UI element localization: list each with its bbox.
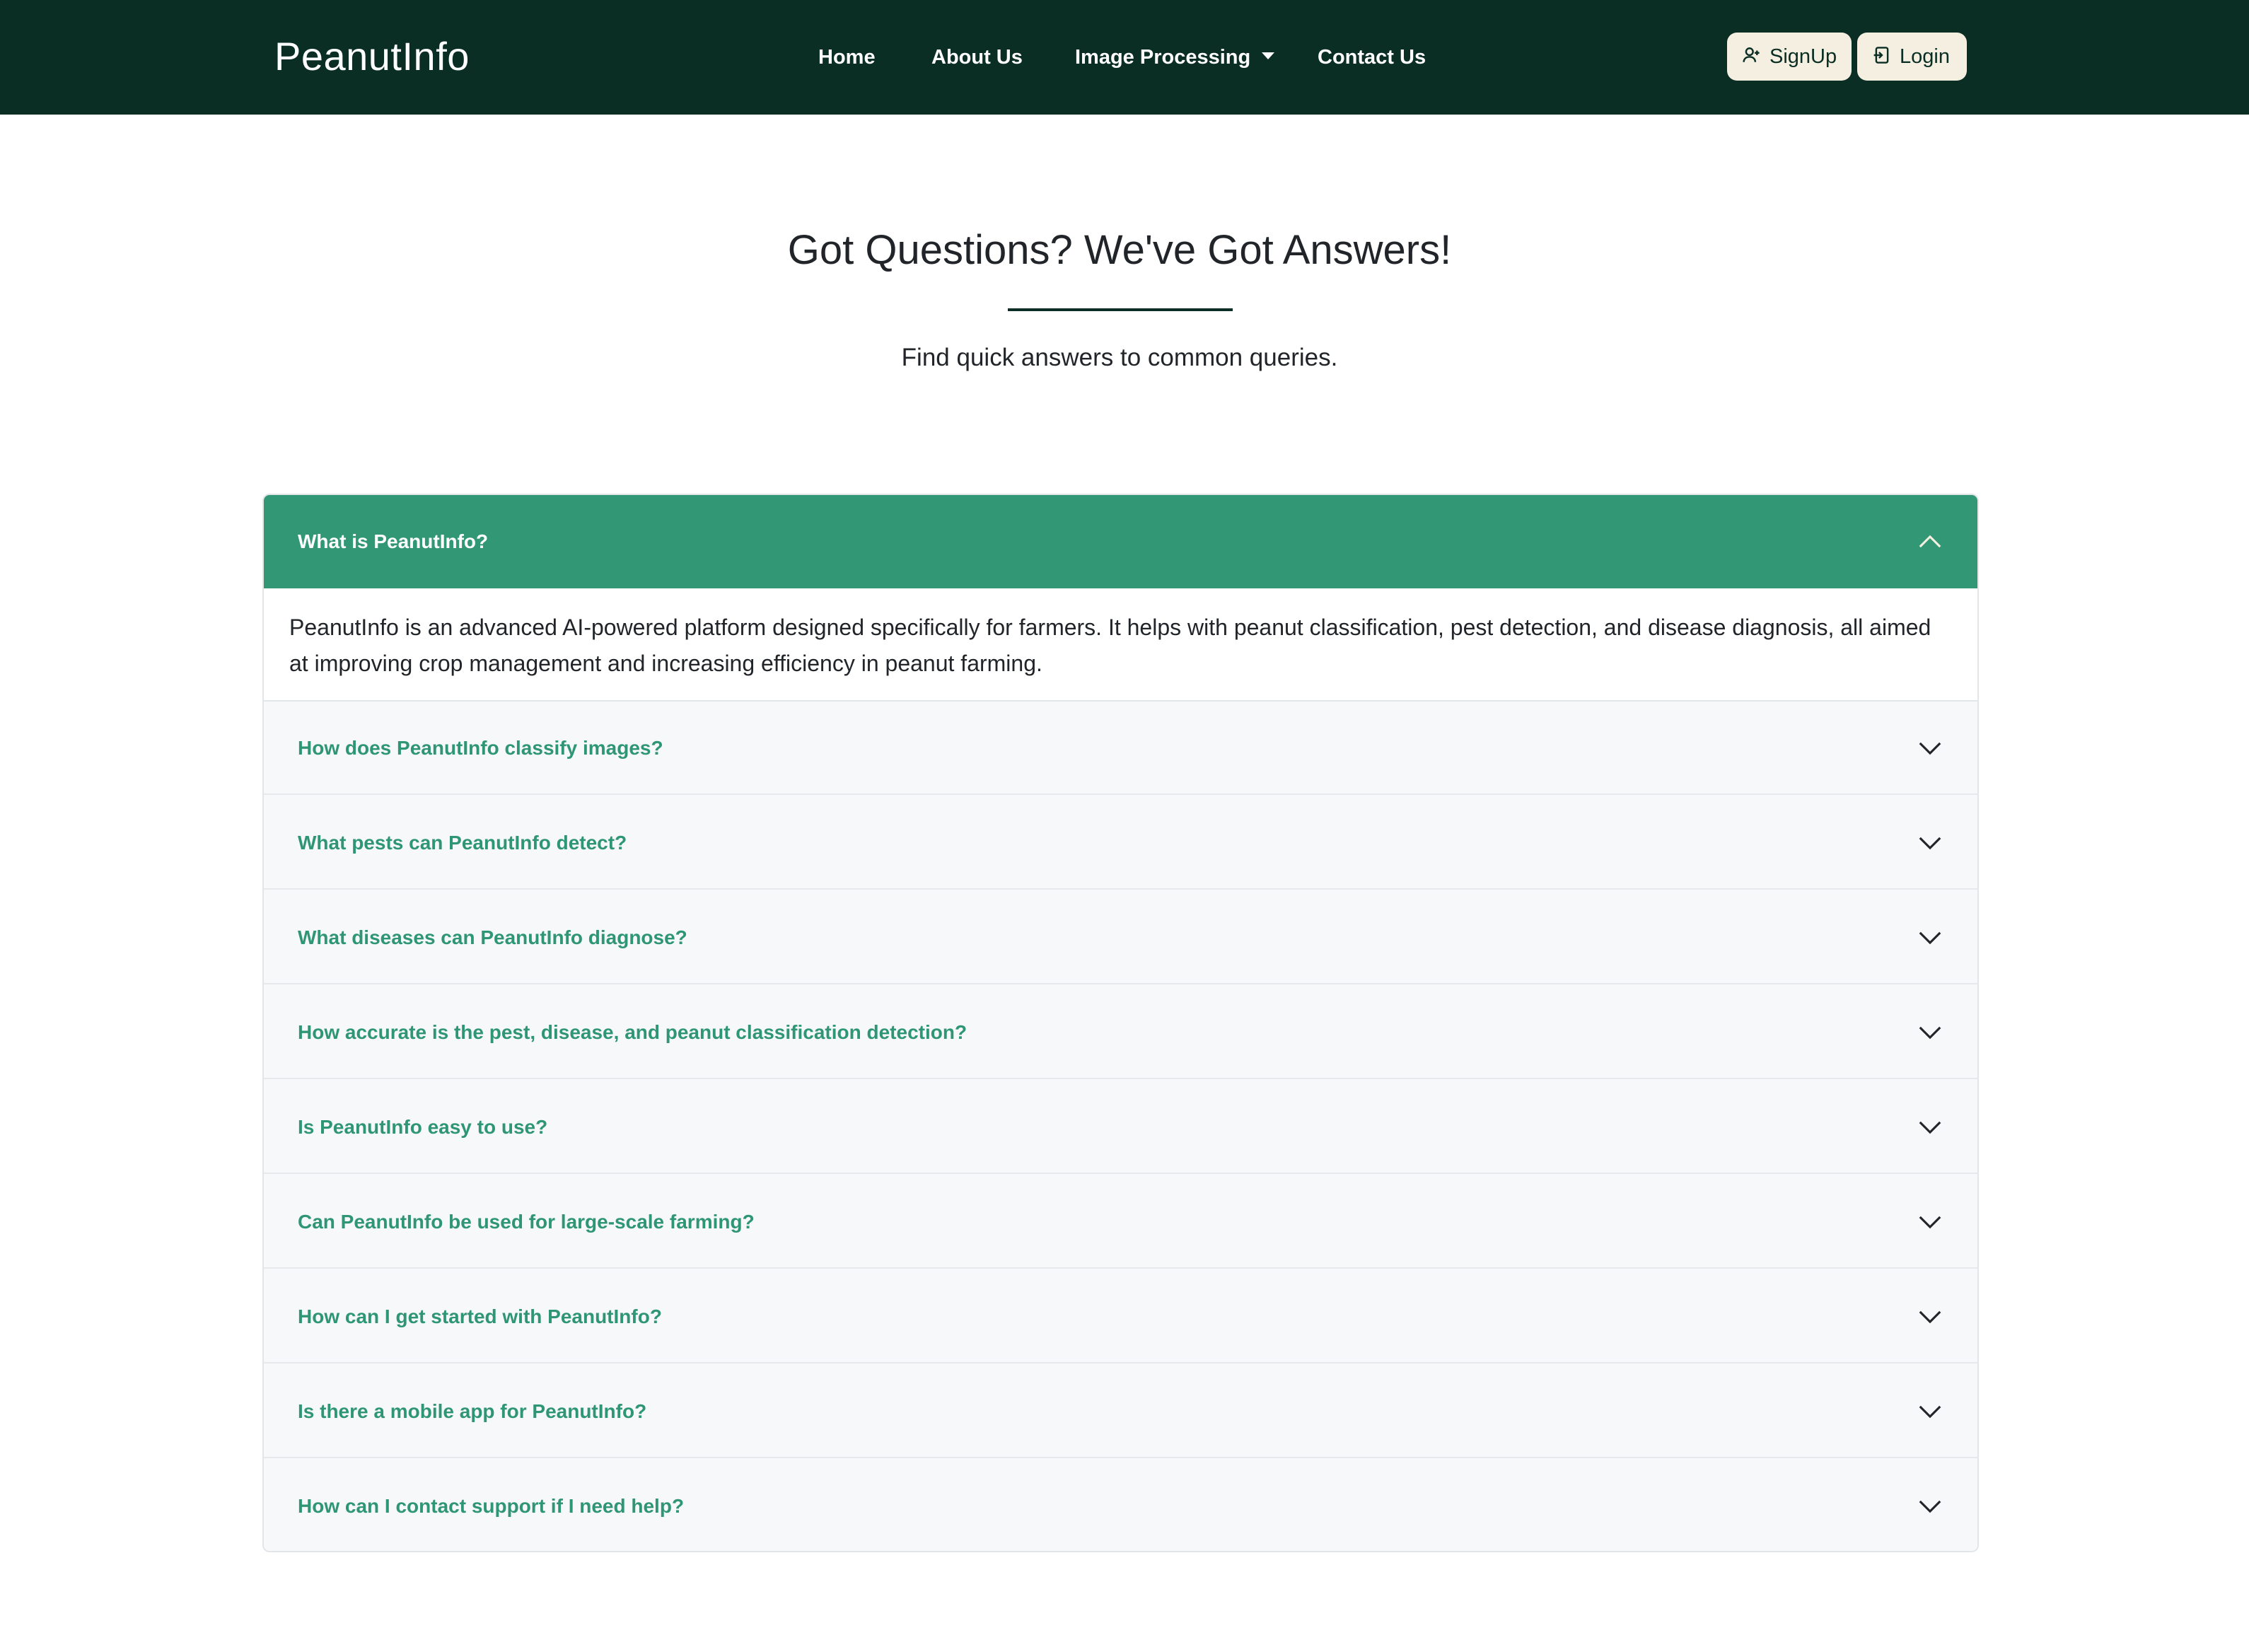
- faq-question: How can I contact support if I need help…: [298, 1495, 685, 1517]
- faq-item-header[interactable]: What pests can PeanutInfo detect?: [264, 796, 1977, 890]
- faq-item-header[interactable]: How accurate is the pest, disease, and p…: [264, 986, 1977, 1079]
- caret-down-icon: [1262, 52, 1275, 60]
- navbar: PeanutInfo Home About Us Image Processin…: [0, 0, 2249, 115]
- chevron-down-icon: [1919, 837, 1941, 850]
- chevron-down-icon: [1919, 1310, 1941, 1324]
- login-label: Login: [1900, 45, 1950, 68]
- faq-question: How does PeanutInfo classify images?: [298, 737, 663, 759]
- faq-answer-panel: PeanutInfo is an advanced AI-powered pla…: [264, 588, 1977, 702]
- faq-item-header[interactable]: How does PeanutInfo classify images?: [264, 702, 1977, 795]
- faq-question: Is PeanutInfo easy to use?: [298, 1116, 548, 1138]
- person-add-icon: [1743, 47, 1760, 63]
- nav-link-about-us[interactable]: About Us: [931, 41, 1023, 74]
- chevron-down-icon: [1919, 1216, 1941, 1229]
- faq-question: How can I get started with PeanutInfo?: [298, 1305, 662, 1327]
- page-subtitle: Find quick answers to common queries.: [901, 344, 1338, 371]
- faq-accordion: What is PeanutInfo? PeanutInfo is an adv…: [262, 494, 1979, 1552]
- faq-item-header[interactable]: Is there a mobile app for PeanutInfo?: [264, 1365, 1977, 1458]
- chevron-down-icon: [1919, 1121, 1941, 1134]
- chevron-up-icon: [1919, 535, 1941, 548]
- faq-question: Is there a mobile app for PeanutInfo?: [298, 1400, 647, 1422]
- nav-dropdown-image-processing[interactable]: Image Processing: [1075, 41, 1275, 74]
- faq-question: How accurate is the pest, disease, and p…: [298, 1021, 967, 1043]
- login-icon: [1873, 47, 1889, 64]
- nav-link-home[interactable]: Home: [818, 41, 876, 74]
- nav-link-contact-us[interactable]: Contact Us: [1318, 41, 1426, 74]
- page-title: Got Questions? We've Got Answers!: [787, 227, 1452, 273]
- faq-question: What is PeanutInfo?: [298, 530, 489, 552]
- title-divider: [1008, 308, 1233, 311]
- signup-button[interactable]: SignUp: [1727, 33, 1852, 81]
- faq-item-header[interactable]: Is PeanutInfo easy to use?: [264, 1081, 1977, 1174]
- chevron-down-icon: [1919, 1026, 1941, 1040]
- faq-item-header[interactable]: What diseases can PeanutInfo diagnose?: [264, 891, 1977, 984]
- signup-label: SignUp: [1769, 45, 1837, 68]
- chevron-down-icon: [1919, 931, 1941, 945]
- faq-item-header-open[interactable]: What is PeanutInfo?: [264, 495, 1977, 588]
- faq-item-header[interactable]: How can I get started with PeanutInfo?: [264, 1270, 1977, 1363]
- faq-question: What pests can PeanutInfo detect?: [298, 832, 627, 854]
- faq-answer: PeanutInfo is an advanced AI-powered pla…: [289, 615, 1931, 676]
- chevron-down-icon: [1919, 1500, 1941, 1513]
- chevron-down-icon: [1919, 1405, 1941, 1419]
- faq-item-header[interactable]: Can PeanutInfo be used for large-scale f…: [264, 1175, 1977, 1269]
- faq-item-header[interactable]: How can I contact support if I need help…: [264, 1460, 1977, 1551]
- faq-question: Can PeanutInfo be used for large-scale f…: [298, 1211, 755, 1233]
- login-button[interactable]: Login: [1857, 33, 1967, 81]
- faq-question: What diseases can PeanutInfo diagnose?: [298, 926, 687, 948]
- chevron-down-icon: [1919, 742, 1941, 755]
- nav-dropdown-label: Image Processing: [1075, 46, 1251, 69]
